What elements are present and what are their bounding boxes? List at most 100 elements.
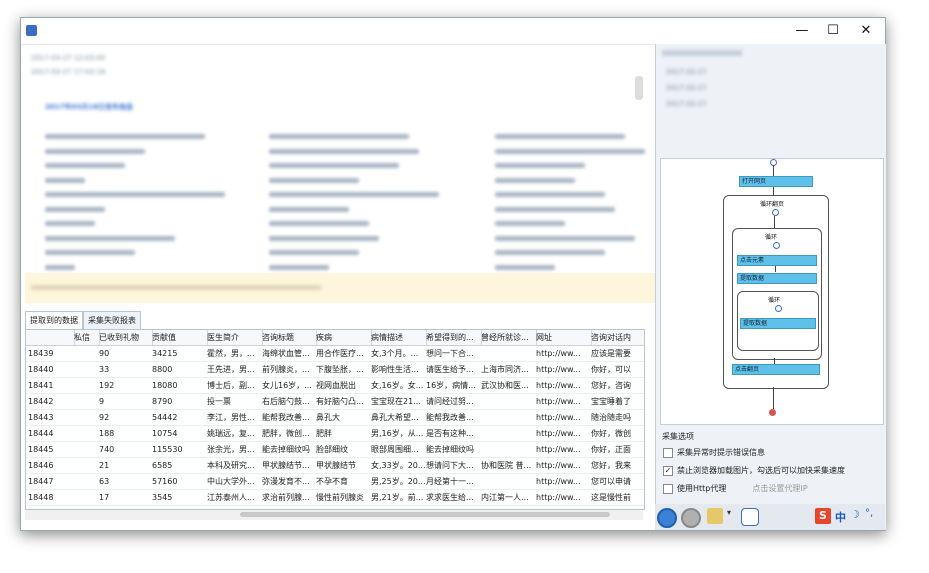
tab-failure-report[interactable]: 采集失败报表 (83, 311, 141, 329)
table-cell: 192 (99, 381, 115, 390)
ime-mode-text[interactable]: 中 (835, 509, 846, 525)
table-cell: 115530 (152, 445, 183, 454)
table-cell: 63 (99, 477, 110, 486)
table-row[interactable]: 18442 9 8790 投一票 右后脑勺鼓... 有好脑勺凸... 宝宝现在21... 请问… (26, 394, 644, 410)
ime-moon-icon[interactable]: ☽ (850, 508, 860, 521)
blurred-text-line (45, 235, 175, 241)
table-row[interactable]: 18444 188 10754 姚瑞远，复... 肥胖，微创... 肥胖 男,16岁，从..… (26, 426, 644, 442)
stop-icon[interactable] (681, 508, 701, 528)
ime-punct-icon[interactable]: °, (865, 508, 873, 519)
flow-step-extract-data[interactable]: 提取数据 (737, 273, 817, 284)
export-icon[interactable] (707, 508, 723, 524)
horizontal-scrollbar[interactable] (25, 510, 643, 520)
column-header[interactable] (26, 330, 75, 345)
column-header[interactable]: 贡献值 (150, 330, 208, 345)
column-header[interactable]: 希望得到的... (424, 330, 482, 345)
flow-step-click-next[interactable]: 点击翻页 (732, 364, 820, 375)
table-cell: 女,3个月。... (371, 349, 419, 358)
table-cell: 188 (99, 429, 115, 438)
browser-preview[interactable]: 2017-03-27 12:03:00 2017-03-27 17:03:18 … (25, 46, 653, 284)
table-cell: 本科及研究... (207, 461, 255, 470)
blurred-text-line (45, 134, 205, 139)
maximize-button[interactable]: ☐ (822, 22, 844, 40)
cloud-icon[interactable] (741, 508, 759, 526)
flow-step-click-element[interactable]: 点击元素 (737, 255, 817, 266)
checkbox[interactable] (663, 483, 673, 494)
table-cell: 您可以申请 (591, 477, 631, 486)
flow-step-extract-data-2[interactable]: 提取数据 (740, 318, 816, 329)
table-cell: 18440 (28, 365, 54, 374)
table-row[interactable]: 18447 63 57160 中山大学外... 弥漫发育不... 不孕不育 男,25岁。20… (26, 474, 644, 490)
table-row[interactable]: 18440 33 8800 王先进，男... 前列腺炎，... 下腹坠胀，... 影响性生活… (26, 362, 644, 378)
column-header[interactable]: 咨询标题 (260, 330, 317, 345)
chevron-down-icon[interactable]: ▾ (727, 508, 735, 524)
blurred-text-line (495, 250, 605, 255)
workflow-canvas: 打开网页 循环翻页 循环 点击元素 提取数据 循环 提取数据 点击翻页 (660, 158, 884, 425)
flow-step-open-page[interactable]: 打开网页 (739, 176, 813, 187)
table-cell: 能去掉细纹吗 (262, 445, 310, 454)
table-cell: 能帮我改善... (426, 413, 474, 422)
checkbox-checked[interactable]: ✓ (663, 465, 673, 476)
table-cell: 张余光，男... (207, 445, 255, 454)
flow-loop-inner[interactable]: 循环 提取数据 (737, 291, 819, 351)
column-header[interactable]: 病情描述 (369, 330, 427, 345)
blurred-text-line (495, 264, 555, 270)
table-cell: 92 (99, 413, 110, 422)
table-row[interactable]: 18448 17 3545 江苏泰州人... 求治前列腺... 慢性前列腺炎 男,21岁。前… (26, 490, 644, 506)
panel-header (662, 50, 742, 56)
table-cell: 18445 (28, 445, 54, 454)
flow-loop[interactable]: 循环 点击元素 提取数据 循环 提取数据 (732, 228, 822, 360)
end-node-icon (769, 409, 776, 416)
table-cell: http://ww... (536, 493, 581, 502)
minimize-button[interactable]: — (791, 22, 813, 40)
table-cell: 18443 (28, 413, 54, 422)
table-cell: 女儿16岁，... (262, 381, 312, 390)
close-button[interactable]: ✕ (855, 22, 877, 40)
table-cell: 王先进，男... (207, 365, 255, 374)
table-row[interactable]: 18443 92 54442 李江，男性... 能帮我改善... 鼻孔大 鼻孔大希望... 能… (26, 410, 644, 426)
table-cell (479, 474, 536, 489)
table-cell: 肥胖 (316, 429, 332, 438)
checkbox[interactable] (663, 447, 673, 458)
flow-loop-pages[interactable]: 循环翻页 循环 点击元素 提取数据 循环 提取数据 点击翻页 (723, 195, 829, 389)
column-header[interactable]: 私信 (72, 330, 100, 345)
table-cell: 能去掉细纹吗 (426, 445, 474, 454)
table-cell: 16岁，病情... (426, 381, 476, 390)
table-cell: 慢性前列腺炎 (316, 493, 364, 502)
table-cell: 投一票 (207, 397, 231, 406)
play-icon[interactable] (657, 508, 677, 528)
option-block-images[interactable]: ✓ 禁止浏览器加载图片，勾选后可以加快采集速度 (663, 465, 845, 476)
table-cell (72, 362, 99, 377)
table-cell: 你好，微创 (591, 429, 631, 438)
column-header[interactable]: 已收到礼物 (97, 330, 153, 345)
table-cell: 男,16岁，从... (371, 429, 424, 438)
scroll-thumb[interactable] (240, 512, 610, 517)
blurred-text-line (495, 163, 585, 168)
column-header[interactable]: 疾病 (314, 330, 372, 345)
blurred-text-line (495, 192, 605, 197)
option-error-prompt[interactable]: 采集异常时提示错误信息 (663, 447, 765, 458)
preview-scrollbar[interactable] (635, 76, 643, 100)
column-header[interactable]: 曾经所就诊... (479, 330, 537, 345)
column-header[interactable]: 咨询对话内 (589, 330, 644, 345)
table-row[interactable]: 18441 192 18080 博士后，副... 女儿16岁，... 视网血脱出 女,16岁… (26, 378, 644, 394)
table-cell: 鼻孔大 (316, 413, 340, 422)
loop-icon (772, 209, 779, 216)
ime-logo-icon[interactable]: S (815, 508, 831, 524)
data-grid: 私信 已收到礼物 贡献值 医生简介 咨询标题 疾病 病情描述 希望得到的... 曾经所就诊...… (25, 329, 645, 510)
proxy-link[interactable]: 点击设置代理IP (752, 484, 807, 493)
table-cell: 17 (99, 493, 110, 502)
table-cell: 10754 (152, 429, 178, 438)
table-row[interactable]: 18445 740 115530 张余光，男... 能去掉细纹吗 脸部细纹 眼部周围细...… (26, 442, 644, 458)
table-cell: 请医生给予... (426, 365, 474, 374)
column-header[interactable]: 网址 (534, 330, 592, 345)
table-row[interactable]: 18439 90 34215 霍然，男，... 海绵状血管... 用合作医疗... 女,3个… (26, 346, 644, 362)
table-cell: http://ww... (536, 349, 581, 358)
tab-extracted-data[interactable]: 提取到的数据 (25, 311, 83, 330)
table-cell: 18446 (28, 461, 54, 470)
column-header[interactable]: 医生简介 (205, 330, 263, 345)
table-row[interactable]: 18446 21 6585 本科及研究... 甲状腺结节... 甲状腺结节 女,33岁。20… (26, 458, 644, 474)
table-cell: 中山大学外... (207, 477, 255, 486)
option-http-proxy[interactable]: 使用Http代理 点击设置代理IP (663, 483, 808, 494)
table-cell (479, 410, 536, 425)
